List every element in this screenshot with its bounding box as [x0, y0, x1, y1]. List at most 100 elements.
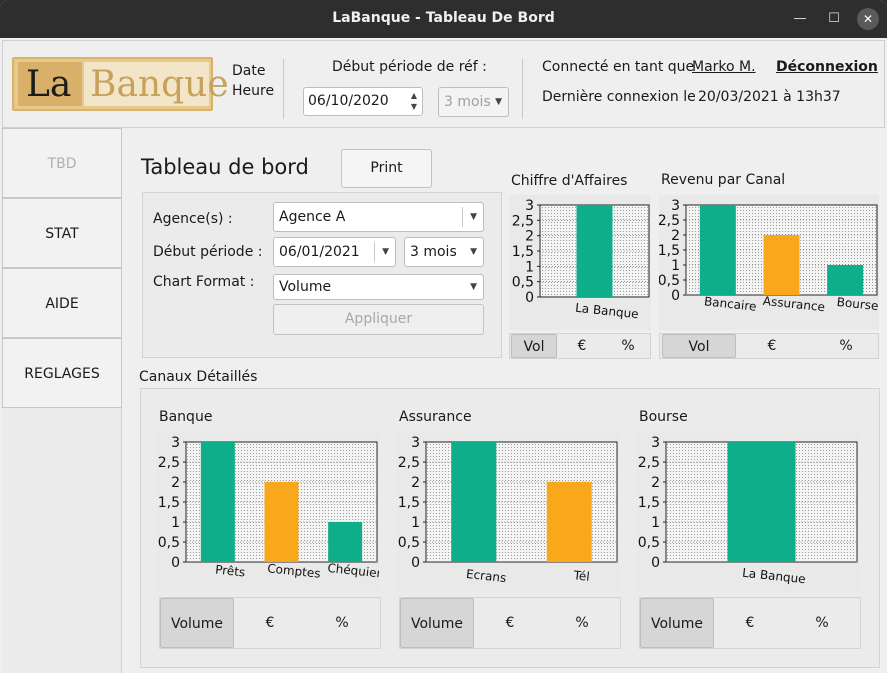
chart-format-value: Volume — [279, 279, 332, 295]
bar-comptes — [264, 482, 299, 562]
bar-assurance — [763, 235, 800, 295]
toggle-euro[interactable]: € — [733, 611, 767, 635]
y-tick-label: 0,5 — [398, 535, 420, 551]
minimize-icon[interactable]: — — [789, 8, 811, 30]
x-tick-label: Tél — [572, 568, 590, 584]
chart-title-canal: Revenu par Canal — [661, 172, 786, 188]
logo-la: La — [26, 64, 72, 105]
y-tick-label: 0 — [411, 555, 420, 571]
y-tick-label: 2,5 — [659, 213, 680, 229]
y-tick-label: 1,5 — [398, 495, 420, 511]
toggle-euro[interactable]: € — [253, 611, 287, 635]
y-tick-label: 0 — [671, 288, 680, 304]
filter-panel: Agence(s) : Agence A ▼ Début période : 0… — [142, 192, 502, 358]
y-tick-label: 0 — [525, 290, 534, 306]
toggle-volume[interactable]: Volume — [160, 598, 234, 648]
y-tick-label: 2,5 — [398, 455, 420, 471]
chart-title-assurance: Assurance — [399, 409, 472, 425]
chart-format-select[interactable]: Volume ▼ — [273, 274, 484, 300]
reference-duration-select: 3 mois ▼ — [438, 87, 509, 117]
y-tick-label: 1 — [671, 258, 680, 274]
bar-la-banque — [576, 205, 613, 297]
sidebar-item-tbd: TBD — [2, 128, 122, 198]
chevron-down-icon: ▼ — [470, 212, 477, 222]
toggle-volume[interactable]: Volume — [400, 598, 474, 648]
duree-select[interactable]: 3 mois ▼ — [404, 237, 484, 267]
apply-button: Appliquer — [273, 304, 484, 335]
date-spinner-icon[interactable]: ▲ ▼ — [408, 90, 420, 114]
y-tick-label: 1 — [525, 259, 534, 275]
y-tick-label: 2 — [671, 228, 680, 244]
bar-chéquiers — [328, 522, 363, 562]
sidebar-item-aide[interactable]: AIDE — [2, 268, 122, 338]
agence-select[interactable]: Agence A ▼ — [273, 202, 484, 232]
logo-banque: Banque — [90, 64, 229, 105]
toggle-euro[interactable]: € — [755, 334, 789, 358]
logout-link[interactable]: Déconnexion — [776, 59, 878, 75]
bar-bourse — [827, 265, 864, 295]
bar-prêts — [200, 442, 235, 562]
y-tick-label: 2,5 — [158, 455, 180, 471]
maximize-icon[interactable]: ☐ — [823, 8, 845, 30]
toggle-percent[interactable]: % — [564, 611, 600, 635]
user-name-link[interactable]: Marko M. — [692, 59, 756, 75]
assurance-format-toggle: Volume € % — [399, 597, 621, 649]
y-tick-label: 1,5 — [512, 244, 534, 260]
chart-canal: 0 0,5 1 1,5 2 2,5 3 Bancaire Assurance Bourse — [658, 195, 879, 330]
toggle-percent[interactable]: % — [804, 611, 840, 635]
date-label: Date — [232, 63, 266, 79]
chart-assurance: 0 0,5 1 1,5 2 2,5 3 Ecrans Tél — [397, 432, 619, 592]
chart-banque: 0 0,5 1 1,5 2 2,5 3 Prêts Comptes Chéquiers — [157, 432, 388, 592]
debut-periode-value: 06/01/2021 — [279, 244, 360, 260]
y-tick-label: 0,5 — [659, 273, 680, 289]
period-ref-label: Début période de réf : — [332, 59, 487, 75]
banque-format-toggle: Volume € % — [159, 597, 381, 649]
debut-periode-select[interactable]: 06/01/2021 ▼ — [273, 237, 396, 267]
toggle-percent[interactable]: % — [828, 334, 864, 358]
header-divider — [522, 59, 523, 119]
toggle-volume[interactable]: Vol — [662, 334, 736, 358]
toggle-euro[interactable]: € — [493, 611, 527, 635]
y-tick-label: 2 — [651, 475, 660, 491]
y-tick-label: 1 — [411, 515, 420, 531]
y-tick-label: 0 — [171, 555, 180, 571]
bourse-format-toggle: Volume € % — [639, 597, 861, 649]
chart-title-bourse: Bourse — [639, 409, 688, 425]
y-tick-label: 0 — [651, 555, 660, 571]
y-tick-label: 2 — [525, 229, 534, 245]
chart-svg: 00,511,522,53Bancaire Assurance Bourse — [658, 195, 879, 330]
bar-la-banque — [727, 442, 796, 562]
chart-format-label: Chart Format : — [153, 274, 255, 290]
toggle-volume[interactable]: Volume — [640, 598, 714, 648]
print-button[interactable]: Print — [341, 149, 432, 188]
labanque-logo: La Banque — [12, 57, 229, 111]
toggle-euro[interactable]: € — [565, 334, 599, 358]
toggle-volume[interactable]: Vol — [511, 334, 557, 358]
sidebar-item-reglages[interactable]: REGLAGES — [2, 338, 122, 408]
sidebar-item-stat[interactable]: STAT — [2, 198, 122, 268]
app-window: LaBanque - Tableau De Bord — ☐ ✕ La Banq… — [0, 0, 887, 673]
header-divider — [283, 59, 284, 119]
connected-label: Connecté en tant que — [542, 59, 695, 75]
toggle-percent[interactable]: % — [610, 334, 646, 358]
sidebar: TBD STAT AIDE REGLAGES — [2, 128, 122, 673]
chart-bourse: 0 0,5 1 1,5 2 2,5 3 La Banque — [637, 432, 859, 592]
y-tick-label: 1 — [171, 515, 180, 531]
chevron-down-icon: ▼ — [382, 247, 389, 257]
close-icon[interactable]: ✕ — [857, 8, 879, 30]
y-tick-label: 1,5 — [659, 243, 680, 259]
chart-svg: 00,511,522,53Prêts Comptes Chéquiers — [157, 432, 388, 592]
chart-title-banque: Banque — [159, 409, 213, 425]
chart-svg: 00,511,522,53La Banque — [637, 432, 859, 592]
agence-label: Agence(s) : — [153, 211, 233, 227]
title-bar: LaBanque - Tableau De Bord — ☐ ✕ — [0, 0, 887, 38]
reference-duration-value: 3 mois — [444, 94, 491, 110]
header-bar: La Banque Date Heure Début période de ré… — [2, 40, 885, 128]
toggle-percent[interactable]: % — [324, 611, 360, 635]
reference-date-input[interactable]: 06/10/2020 ▲ ▼ — [303, 87, 423, 116]
chart-svg: 00,511,522,53La Banque — [509, 195, 651, 330]
debut-periode-label: Début période : — [153, 244, 263, 260]
last-login-label: Dernière connexion le — [542, 89, 696, 105]
heure-label: Heure — [232, 83, 275, 99]
canaux-section-title: Canaux Détaillés — [139, 369, 258, 385]
